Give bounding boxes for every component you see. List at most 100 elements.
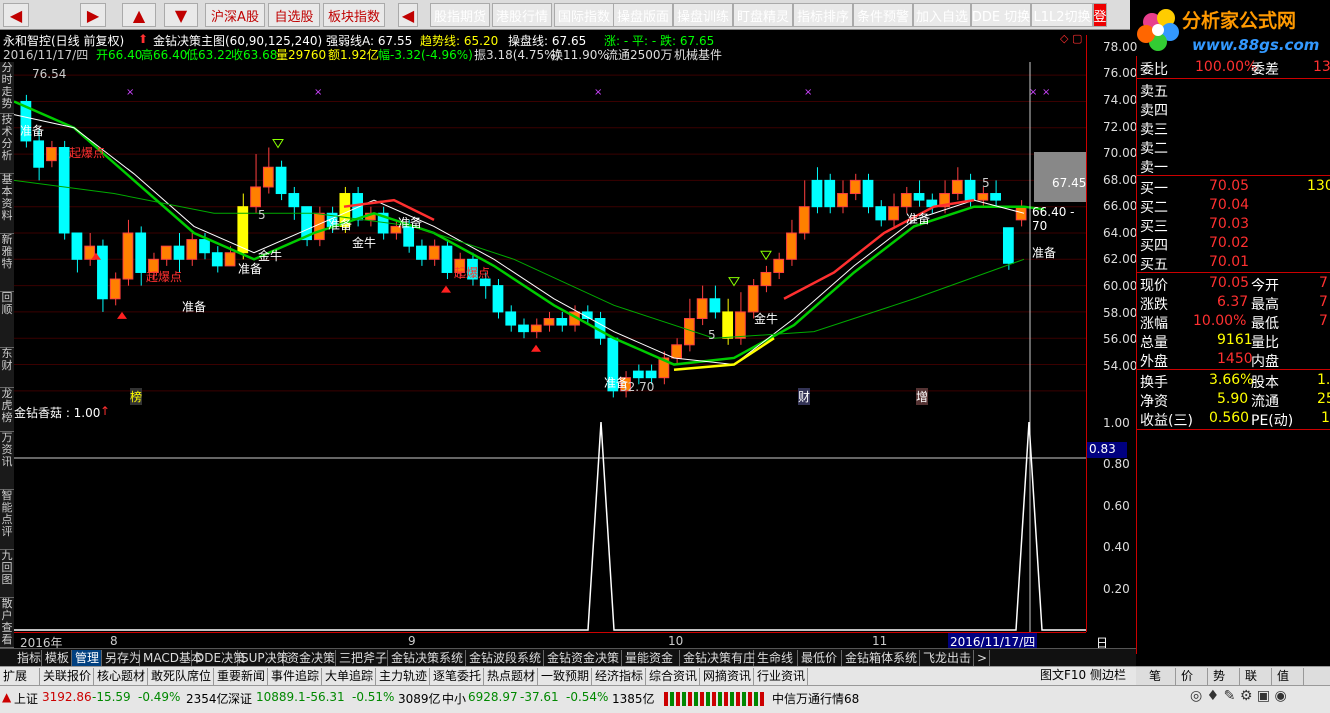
indicator-tab[interactable]: > [974,650,990,666]
indicator-tab[interactable]: 金钻决策系统 [388,650,466,666]
info-tab[interactable]: 热点题材 [484,668,538,685]
marker-zeng: 增 [916,388,929,405]
left-vertical-tabs: 分时走势 技术分析 基本资料 新雅特 回顺 东财 龙虎榜 万资讯 智能点评 九回… [0,62,14,648]
tab-intraday[interactable]: 分时走势 [0,62,14,114]
quote-tab[interactable]: 笔 [1146,668,1176,685]
tab-smart-review[interactable]: 智能点评 [0,490,14,550]
page-down-button[interactable]: ▼ [164,3,198,27]
price-tick: 64.00 [1103,226,1138,240]
tab-technical[interactable]: 技术分析 [0,114,14,174]
page-up-button[interactable]: ▲ [122,3,156,27]
toolbar-scroll-left-button[interactable]: ◀ [398,3,418,27]
indicator-tab[interactable]: SUP决策 [238,650,289,666]
value-tick: 0.80 [1103,457,1130,471]
trading-layout-button[interactable]: 操盘版面 [613,3,673,27]
info-tab[interactable]: 经济指标 [592,668,646,685]
indicator-tab[interactable]: 金钻箱体系统 [842,650,920,666]
indicator-tab[interactable]: 模板 [42,650,72,666]
info-tab[interactable]: 综合资讯 [646,668,700,685]
sell-row: 卖五 [1137,80,1330,100]
stat-label: 外盘 [1140,354,1168,370]
indicator-tab[interactable]: 量能资金 [622,650,680,666]
market-shsz-a-button[interactable]: 沪深A股 [205,3,265,27]
info-tab[interactable]: 关联报价 [40,668,94,685]
quote-tab[interactable]: 势 [1210,668,1240,685]
float-shares: 流通2500万 [606,48,673,62]
indicator-tab[interactable]: 金钻波段系统 [466,650,544,666]
date-label: 10 [668,634,684,648]
sector-index-button[interactable]: 板块指数 [323,3,385,27]
stat-label: 股本 [1251,375,1279,391]
info-tab[interactable]: 敢死队席位 [148,668,214,685]
info-tab[interactable]: 大单追踪 [322,668,376,685]
info-tab[interactable]: 一致预期 [538,668,592,685]
indicator-tab[interactable]: 生命线 [754,650,798,666]
tab-xinyate[interactable]: 新雅特 [0,234,14,292]
forward-button[interactable]: ▶ [80,3,106,27]
indicator-tab[interactable]: MACD基本 [140,650,203,666]
indicator-tab[interactable]: 另存为 [102,650,141,666]
tab-dongcai[interactable]: 东财 [0,348,14,388]
info-tab[interactable]: 扩展 [0,668,40,685]
price-tag-2: 66.40 - 70 [1032,205,1075,233]
candle-body [722,311,734,339]
f10-button[interactable]: 图文F10 [1040,667,1086,684]
add-watchlist-button[interactable]: 加入自选 [913,3,971,27]
candle-body [186,239,198,260]
back-button[interactable]: ◀ [3,3,29,27]
tab-huishun[interactable]: 回顺 [0,292,14,348]
buy-row: 买四 70.02 [1137,234,1330,254]
main-kline-chart[interactable]: × × × × × × 76.54 52.70 67.45 66.40 - 70 榜 财 … [13,42,1086,405]
sub-indicator-chart[interactable]: 金钻香菇 : 1.00 ↑ [14,404,1086,632]
candle-body [46,147,57,162]
x-marker: × [804,87,812,98]
info-tab[interactable]: 逐笔委托 [430,668,484,685]
sh-change: -15.59 [92,690,131,704]
watch-genie-button[interactable]: 盯盘精灵 [733,3,793,27]
tab-fundamentals[interactable]: 基本资料 [0,174,14,234]
trading-training-button[interactable]: 操盘训练 [673,3,733,27]
info-tab[interactable]: 行业资讯 [754,668,808,685]
candle-body [824,179,836,208]
tab-dragon-tiger[interactable]: 龙虎榜 [0,388,14,432]
indicator-tab[interactable]: 飞龙出击 [920,650,974,666]
tab-news[interactable]: 万资讯 [0,432,14,490]
quote-tab[interactable]: 值 [1274,668,1304,685]
dde-switch-button[interactable]: DDE 切换 [971,3,1031,27]
l1l2-switch-button[interactable]: L1L2切换 [1031,3,1093,27]
tab-nine-charts[interactable]: 九回图 [0,550,14,598]
info-tab[interactable]: 主力轨迹 [376,668,430,685]
watchlist-button[interactable]: 自选股 [268,3,320,27]
candle-body [199,239,210,254]
indicator-tab[interactable]: 管理 [72,650,102,666]
index-futures-button[interactable]: 股指期货 [430,3,490,27]
buy-signal-arrow [441,285,451,293]
info-tab[interactable]: 核心题材 [94,668,148,685]
candle-body [428,245,440,260]
candle-body [33,140,45,168]
indicator-tab[interactable]: 金钻决策有庄 [680,650,755,666]
weibi-label: 委比 [1140,62,1168,78]
info-tab[interactable]: 网摘资讯 [700,668,754,685]
quote-tab[interactable]: 联 [1242,668,1272,685]
intl-index-button[interactable]: 国际指数 [554,3,614,27]
login-button[interactable]: 登 [1093,3,1107,27]
indicator-tab[interactable]: 资金决策 [284,650,336,666]
indicator-sort-button[interactable]: 指标排序 [793,3,853,27]
indicator-tab[interactable]: 三把斧子 [336,650,388,666]
system-tray-icons[interactable]: ◎ ♦ ✎ ⚙ ▣ ◉ [1190,688,1330,710]
signal-jinniu: 金牛 [754,312,779,326]
info-tab[interactable]: 事件追踪 [268,668,322,685]
quote-tab[interactable]: 价 [1178,668,1208,685]
indicator-tab[interactable]: 最低价 [798,650,842,666]
info-tab[interactable]: 重要新闻 [214,668,268,685]
hk-quotes-button[interactable]: 港股行情 [492,3,552,27]
indicator-tab[interactable]: DDE决策 [192,650,245,666]
sidebar-button[interactable]: 侧边栏 [1090,667,1126,684]
indicator-tab[interactable]: 金钻资金决策 [544,650,622,666]
tab-retail[interactable]: 散户查看 [0,598,14,648]
condition-alert-button[interactable]: 条件预警 [853,3,913,27]
indicator-tab[interactable]: 指标 [14,650,42,666]
chart-corner-icon[interactable]: ◇ ▢ [1060,32,1084,45]
indicator-spike-line [14,421,1086,631]
